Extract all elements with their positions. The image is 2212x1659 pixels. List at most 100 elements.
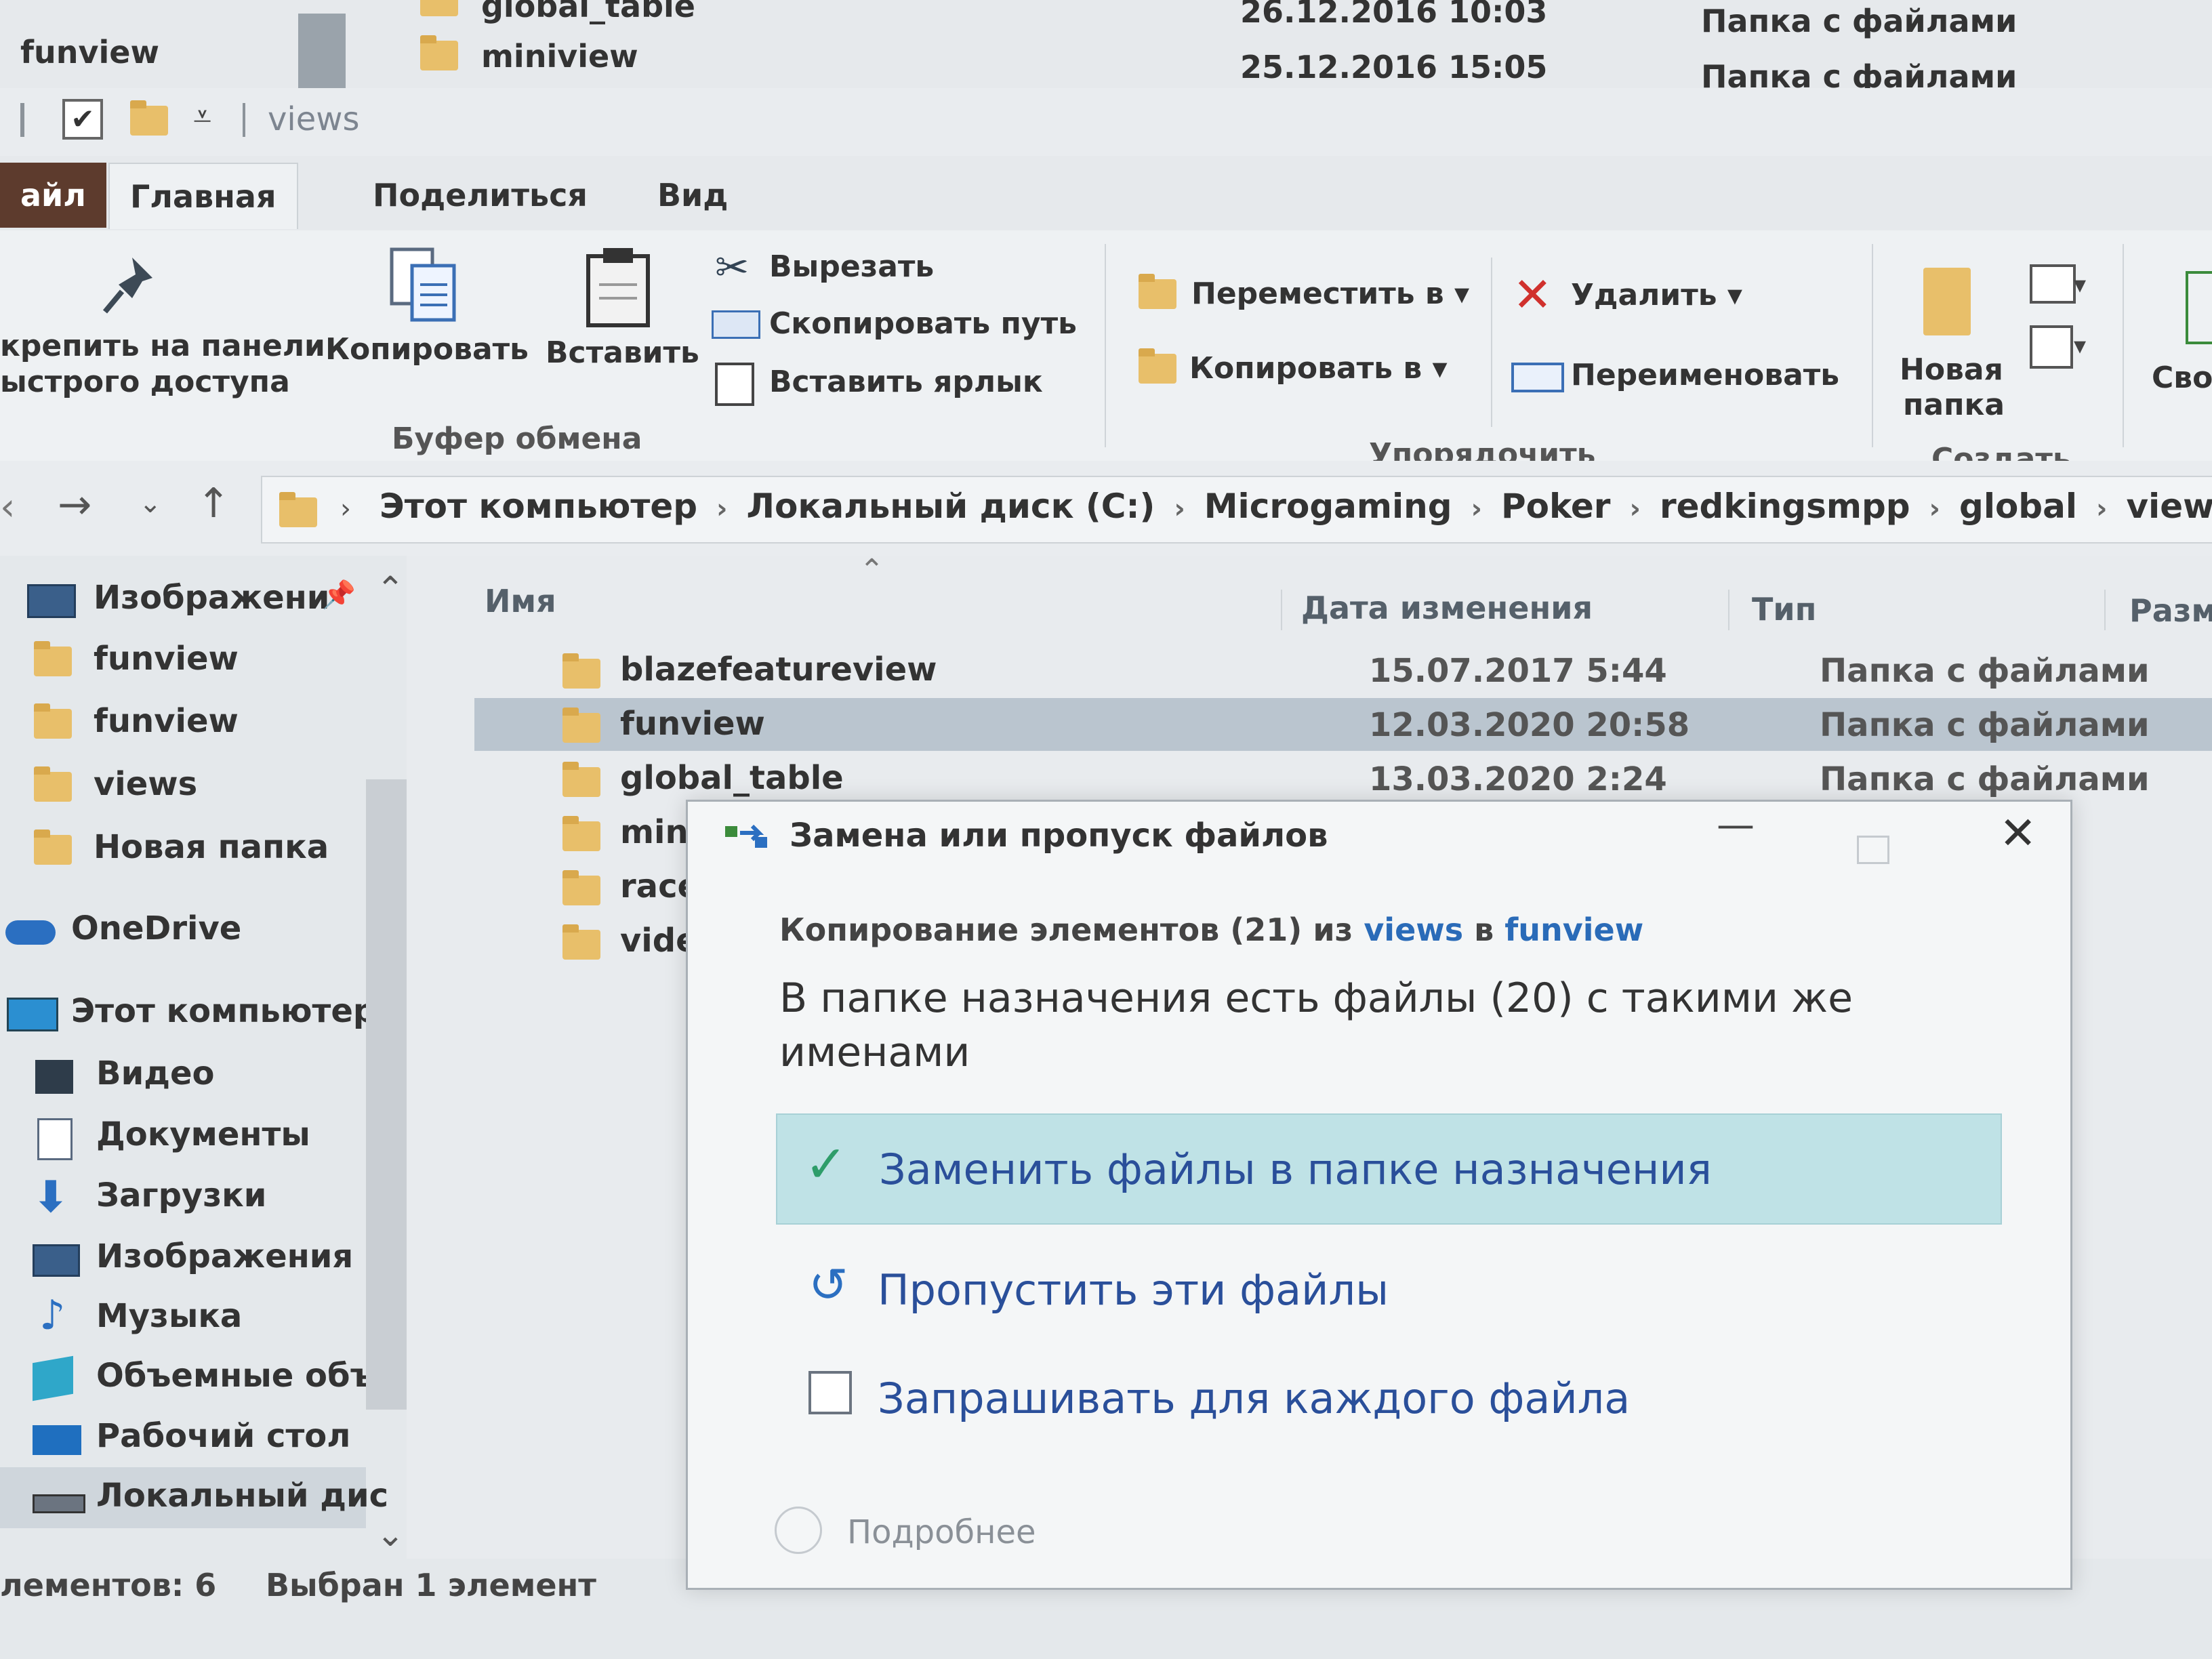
copy-path-button[interactable]: Скопировать путь (769, 306, 1077, 341)
pin-icon[interactable]: 📌 (322, 579, 356, 611)
nav-item-pictures-pinned[interactable]: Изображени 📌 (0, 569, 366, 630)
new-folder-button-line2[interactable]: папка (1903, 388, 2005, 422)
divider (20, 103, 24, 137)
forward-icon[interactable]: → (58, 481, 91, 529)
move-to-icon[interactable] (1139, 274, 1176, 309)
customize-dropdown-icon[interactable]: ⩡ (193, 98, 211, 136)
file-type: Папка с файлами (1820, 706, 2150, 744)
folder-icon (562, 762, 600, 797)
nav-item-funview[interactable]: funview (0, 693, 366, 754)
pin-label-line1[interactable]: крепить на панели (0, 329, 325, 363)
music-icon: ♪ (39, 1292, 66, 1339)
new-item-icon[interactable] (2030, 264, 2076, 304)
downloads-icon: ⬇ (33, 1172, 69, 1223)
source-folder-link[interactable]: views (1364, 912, 1463, 948)
delete-icon[interactable]: ✕ (1513, 267, 1553, 323)
copy-button[interactable]: Копировать (325, 332, 529, 367)
copy-icon[interactable] (386, 244, 456, 322)
folder-icon (34, 703, 72, 739)
crumb-this-pc[interactable]: Этот компьютер (380, 487, 697, 526)
computer-icon (7, 998, 58, 1031)
scroll-up-icon[interactable]: ⌃ (376, 569, 405, 609)
nav-item-local-disk[interactable]: Локальный дис (0, 1467, 388, 1528)
file-type: Папка с файлами (1820, 760, 2150, 798)
column-divider (1281, 590, 1282, 630)
nav-item-video[interactable]: Видео (0, 1045, 366, 1106)
table-row-selected[interactable]: funview 12.03.2020 20:58 Папка с файлами (474, 698, 2212, 751)
skip-files-option[interactable]: ↺ Пропустить эти файлы (776, 1235, 1999, 1344)
copy-path-icon[interactable] (712, 310, 760, 339)
paste-icon[interactable] (583, 244, 651, 327)
more-details-button[interactable]: Подробнее (847, 1513, 1036, 1551)
table-row[interactable]: blazefeatureview 15.07.2017 5:44 Папка с… (474, 644, 2212, 697)
cut-button[interactable]: Вырезать (769, 249, 934, 284)
delete-button[interactable]: Удалить ▾ (1571, 278, 1742, 312)
paste-button[interactable]: Вставить (546, 335, 699, 370)
bg-row-date: 26.12.2016 10:03 (1240, 0, 1548, 30)
nav-item-funview[interactable]: funview (0, 630, 366, 691)
folder-icon (279, 492, 317, 527)
copy-to-icon[interactable] (1139, 348, 1176, 384)
easy-access-icon[interactable] (2030, 325, 2073, 369)
destination-folder-link[interactable]: funview (1504, 912, 1643, 948)
nav-item-views[interactable]: views (0, 756, 366, 817)
table-row[interactable]: global_table 13.03.2020 2:24 Папка с фай… (474, 752, 2212, 805)
column-divider (1728, 590, 1729, 630)
properties-button[interactable]: Сво (2152, 361, 2212, 395)
column-header-date[interactable]: Дата изменения (1301, 590, 1593, 626)
nav-item-music[interactable]: ♪ Музыка (0, 1288, 366, 1349)
copy-progress-text: Копирование элементов (21) из views в fu… (779, 912, 1643, 948)
chevron-down-icon[interactable]: ▾ (2074, 271, 2086, 299)
column-header-size[interactable]: Разм (2129, 592, 2212, 629)
rename-icon[interactable] (1511, 363, 1564, 392)
nav-item-downloads[interactable]: ⬇ Загрузки (0, 1167, 366, 1228)
nav-item-3d-objects[interactable]: Объемные объ (0, 1347, 375, 1408)
nav-item-new-folder[interactable]: Новая папка (0, 819, 366, 880)
copy-to-button[interactable]: Копировать в ▾ (1189, 351, 1448, 386)
scissors-icon[interactable]: ✂ (715, 244, 749, 291)
close-button[interactable]: ✕ (1999, 807, 2036, 859)
nav-item-desktop[interactable]: Рабочий стол (0, 1408, 366, 1469)
decide-each-file-option[interactable]: Запрашивать для каждого файла (776, 1344, 1999, 1452)
back-icon[interactable]: ‹ (0, 485, 15, 529)
new-folder-button-line1[interactable]: Новая (1900, 352, 2003, 387)
nav-item-onedrive[interactable]: OneDrive (0, 900, 366, 961)
nav-scrollbar[interactable] (366, 779, 407, 1410)
move-to-button[interactable]: Переместить в ▾ (1191, 276, 1469, 311)
new-folder-icon[interactable] (1923, 268, 1971, 335)
crumb-redkingsmpp[interactable]: redkingsmpp (1660, 487, 1910, 526)
new-folder-icon[interactable] (130, 100, 168, 136)
column-header-name[interactable]: Имя (485, 583, 556, 619)
chevron-down-icon[interactable]: ▾ (2074, 332, 2086, 360)
replace-files-option[interactable]: ✓ Заменить файлы в папке назначения (776, 1113, 2002, 1225)
nav-item-pictures[interactable]: Изображения (0, 1228, 366, 1289)
crumb-microgaming[interactable]: Microgaming (1204, 487, 1452, 526)
scroll-down-icon[interactable]: ⌄ (376, 1515, 405, 1554)
tab-share[interactable]: Поделиться (352, 163, 608, 228)
paste-shortcut-icon[interactable] (715, 363, 754, 406)
chevron-right-icon: › (716, 493, 728, 525)
tab-file[interactable]: айл (0, 163, 106, 228)
paste-shortcut-button[interactable]: Вставить ярлык (769, 365, 1043, 399)
nav-item-this-pc[interactable]: Этот компьютер (0, 983, 376, 1044)
up-icon[interactable]: ↑ (197, 480, 230, 527)
minimize-button[interactable]: — (1717, 803, 1755, 847)
chevron-down-icon[interactable]: ⌄ (139, 488, 162, 519)
properties-icon[interactable] (2186, 271, 2212, 344)
chevron-down-icon[interactable] (775, 1507, 822, 1554)
chevron-right-icon: › (340, 493, 351, 525)
column-header-type[interactable]: Тип (1752, 591, 1816, 628)
bg-row-name: miniview (481, 38, 638, 75)
nav-item-documents[interactable]: Документы (0, 1106, 366, 1167)
pin-label-line2[interactable]: ыстрого доступа (0, 365, 290, 399)
crumb-local-disk[interactable]: Локальный диск (C:) (747, 487, 1155, 526)
tab-view[interactable]: Вид (637, 163, 748, 228)
rename-button[interactable]: Переименовать (1571, 358, 1839, 392)
crumb-poker[interactable]: Poker (1501, 487, 1610, 526)
crumb-global[interactable]: global (1959, 487, 2077, 526)
file-date: 13.03.2020 2:24 (1369, 760, 1667, 798)
tab-home[interactable]: Главная (108, 163, 298, 229)
crumb-views[interactable]: views (2126, 487, 2212, 526)
properties-check-icon[interactable]: ✔ (62, 99, 103, 140)
pin-icon[interactable] (95, 251, 163, 325)
